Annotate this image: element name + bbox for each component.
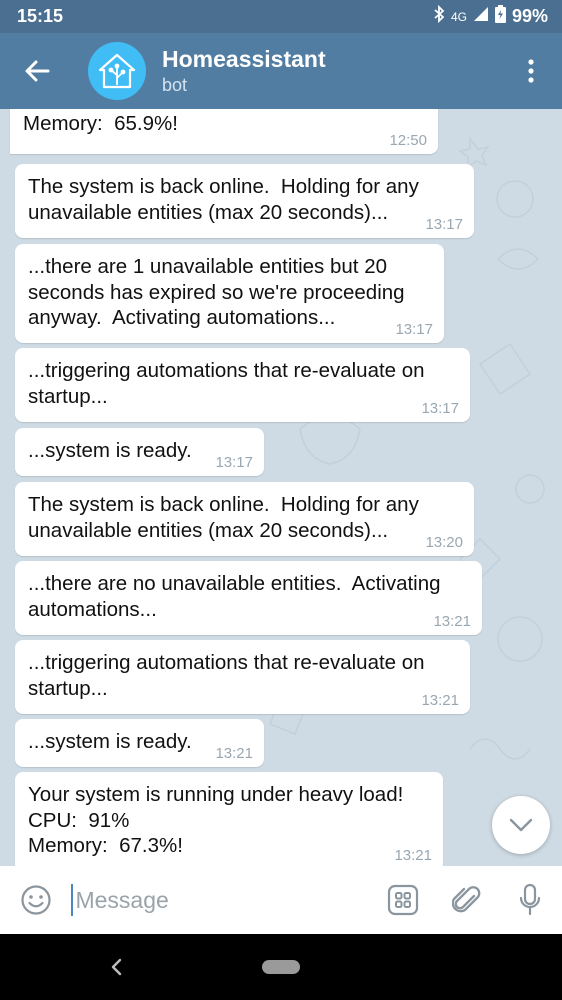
more-vertical-icon bbox=[528, 59, 534, 83]
message-time: 13:20 bbox=[425, 534, 463, 551]
network-type: 4G bbox=[450, 9, 467, 24]
message-bubble[interactable]: The system is back online. Holding for a… bbox=[15, 164, 474, 238]
message-text: ...triggering automations that re-evalua… bbox=[28, 359, 425, 408]
arrow-left-icon bbox=[25, 60, 50, 82]
message-time: 12:50 bbox=[389, 132, 427, 149]
message-bubble[interactable]: ...triggering automations that re-evalua… bbox=[15, 348, 470, 422]
battery-icon bbox=[494, 5, 506, 28]
chat-subtitle: bot bbox=[162, 74, 188, 95]
status-bar: 15:15 4G 99% bbox=[0, 0, 562, 33]
microphone-icon bbox=[520, 883, 541, 916]
status-time: 15:15 bbox=[17, 6, 64, 26]
message-time: 13:17 bbox=[421, 400, 459, 417]
bot-keyboard-icon bbox=[388, 884, 419, 916]
message-composer bbox=[0, 866, 562, 934]
chevron-left-icon bbox=[111, 958, 122, 976]
message-bubble[interactable]: ...system is ready. 13:17 bbox=[15, 428, 264, 476]
battery-percent: 99% bbox=[511, 6, 548, 26]
avatar[interactable] bbox=[88, 42, 146, 100]
bluetooth-icon bbox=[433, 4, 445, 28]
home-assistant-logo-icon bbox=[98, 53, 136, 89]
system-navigation-bar bbox=[0, 934, 562, 1000]
message-time: 13:21 bbox=[421, 692, 459, 709]
message-time: 13:21 bbox=[215, 745, 253, 762]
message-time: 13:21 bbox=[433, 613, 471, 630]
back-button[interactable] bbox=[0, 33, 74, 109]
chat-title: Homeassistant bbox=[162, 45, 326, 72]
message-text: CPU: 97% Memory: 65.9%! bbox=[23, 111, 178, 135]
message-bubble[interactable]: The system is back online. Holding for a… bbox=[15, 482, 474, 556]
system-home-pill[interactable] bbox=[262, 960, 300, 974]
message-text: The system is back online. Holding for a… bbox=[28, 493, 419, 542]
emoji-button[interactable] bbox=[0, 866, 71, 934]
smile-icon bbox=[21, 885, 51, 915]
bot-commands-button[interactable] bbox=[371, 866, 435, 934]
chat-title-block[interactable]: Homeassistant bot bbox=[162, 46, 500, 97]
message-text: ...there are no unavailable entities. Ac… bbox=[28, 572, 441, 621]
message-time: 13:17 bbox=[425, 216, 463, 233]
message-bubble[interactable]: CPU: 97% Memory: 65.9%! 12:50 bbox=[10, 109, 438, 154]
message-text: Your system is running under heavy load!… bbox=[28, 783, 404, 857]
message-bubble[interactable]: ...triggering automations that re-evalua… bbox=[15, 640, 470, 714]
message-time: 13:17 bbox=[215, 454, 253, 471]
voice-message-button[interactable] bbox=[498, 866, 562, 934]
message-bubble[interactable]: ...system is ready. 13:21 bbox=[15, 719, 264, 767]
chevron-down-icon bbox=[509, 818, 533, 832]
attach-button[interactable] bbox=[435, 866, 499, 934]
message-time: 13:21 bbox=[394, 847, 432, 864]
message-text: ...triggering automations that re-evalua… bbox=[28, 651, 425, 700]
message-list[interactable]: CPU: 97% Memory: 65.9%! 12:50 The system… bbox=[0, 109, 562, 866]
message-bubble[interactable]: ...there are no unavailable entities. Ac… bbox=[15, 561, 482, 635]
message-bubble[interactable]: ...there are 1 unavailable entities but … bbox=[15, 244, 444, 343]
system-back-button[interactable] bbox=[104, 954, 128, 980]
message-time: 13:17 bbox=[395, 321, 433, 338]
message-bubble[interactable]: Your system is running under heavy load!… bbox=[15, 772, 443, 866]
message-text: ...there are 1 unavailable entities but … bbox=[28, 255, 405, 329]
paperclip-icon bbox=[451, 886, 481, 913]
status-icons: 4G 99% bbox=[433, 4, 548, 28]
message-text: The system is back online. Holding for a… bbox=[28, 175, 419, 224]
signal-icon bbox=[473, 6, 489, 27]
message-input[interactable] bbox=[71, 884, 372, 916]
more-menu-button[interactable] bbox=[500, 33, 562, 109]
chat-header: Homeassistant bot bbox=[0, 33, 562, 109]
scroll-to-bottom-button[interactable] bbox=[492, 796, 550, 854]
